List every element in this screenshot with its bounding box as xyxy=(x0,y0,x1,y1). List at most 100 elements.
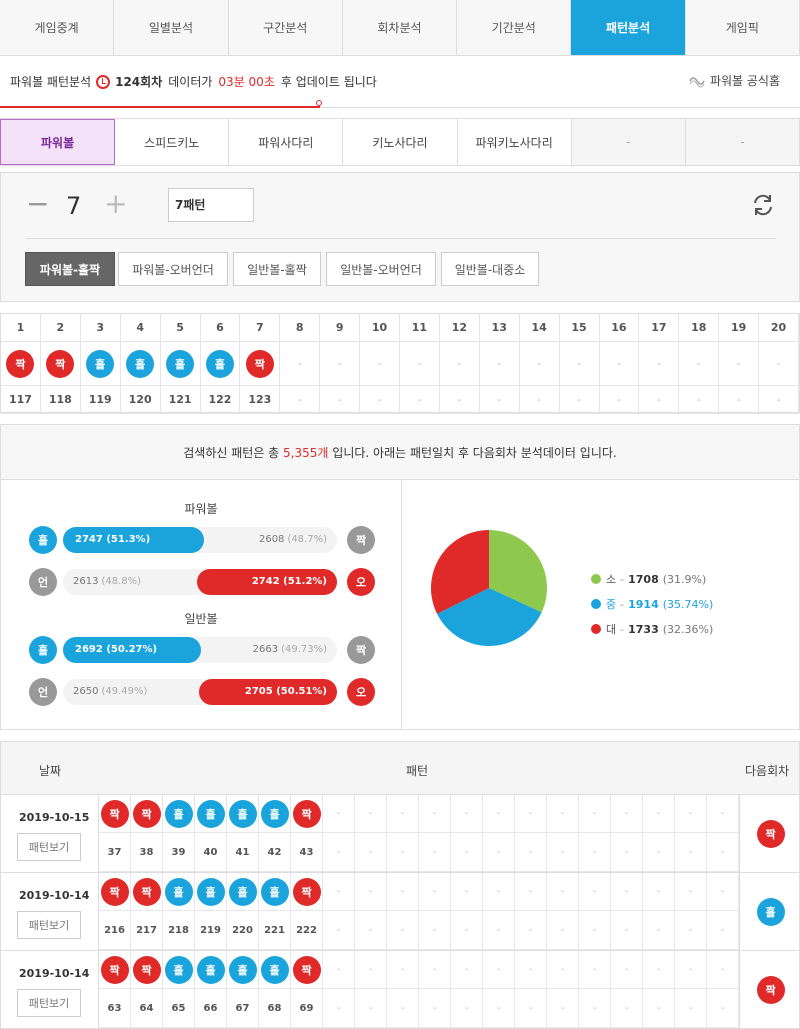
history-result-cell: 홀 xyxy=(195,951,227,989)
stat-bar-fill: 2742 (51.2%) xyxy=(196,569,337,595)
history-result-cell: 짝 xyxy=(291,795,323,833)
history-round-cell: - xyxy=(451,989,483,1028)
grid-header-cell: 6 xyxy=(200,314,241,342)
grid-result-cell: - xyxy=(400,342,440,386)
view-pattern-button[interactable]: 패턴보기 xyxy=(17,833,81,861)
increase-button[interactable]: + xyxy=(104,190,127,218)
stat-right-ball: 짝 xyxy=(347,526,375,554)
history-result-cell: 홀 xyxy=(259,873,291,911)
history-result-cell: 짝 xyxy=(99,873,131,911)
nav-tab-5[interactable]: 패턴분석 xyxy=(571,0,686,55)
stat-other-pct: (48.8%) xyxy=(101,576,142,587)
result-ball: 짝 xyxy=(132,955,161,984)
result-ball: 짝 xyxy=(100,799,129,828)
pattern-option-0[interactable]: 파워볼-홀짝 xyxy=(25,252,115,286)
result-ball: 홀 xyxy=(196,799,225,828)
legend-sep: - xyxy=(620,597,625,611)
nav-tab-1[interactable]: 일별분석 xyxy=(114,0,229,55)
legend-label: 소 xyxy=(606,573,617,586)
history-result-cell: - xyxy=(547,951,579,989)
history-round-cell: 65 xyxy=(163,989,195,1028)
history-round-cell: - xyxy=(355,911,387,950)
history-round-cell: 219 xyxy=(195,911,227,950)
history-result-cell: - xyxy=(707,951,739,989)
stat-bar-row: 홀 2747 (51.3%) 2608 (48.7%) 짝 xyxy=(29,526,375,554)
history-round-cell: - xyxy=(387,833,419,872)
grid-header-cell: 2 xyxy=(40,314,81,342)
official-home-label: 파워볼 공식홈 xyxy=(709,74,780,88)
nav-tab-4[interactable]: 기간분석 xyxy=(457,0,572,55)
game-tab-3[interactable]: 키노사다리 xyxy=(343,119,458,165)
grid-round-cell: - xyxy=(719,386,760,414)
grid-result-cell: 홀 xyxy=(160,342,201,386)
history-round-cell: - xyxy=(611,911,643,950)
history-result-cell: - xyxy=(419,795,451,833)
stat-other-count: 2613 xyxy=(73,576,99,587)
refresh-icon[interactable] xyxy=(750,192,776,218)
official-home-link[interactable]: 파워볼 공식홈 xyxy=(689,72,780,89)
history-round-cell: - xyxy=(675,911,707,950)
history-round-cell: - xyxy=(323,833,355,872)
next-result-ball: 짝 xyxy=(756,819,785,848)
history-result-cell: - xyxy=(707,873,739,911)
grid-result-cell: 짝 xyxy=(40,342,81,386)
history-result-cell: - xyxy=(483,951,515,989)
nav-tab-2[interactable]: 구간분석 xyxy=(229,0,343,55)
history-round-cell: 221 xyxy=(259,911,291,950)
stat-right-ball: 오 xyxy=(347,568,375,596)
stat-bar-track: 2705 (50.51%) 2650 (49.49%) xyxy=(63,679,337,705)
game-tab-0[interactable]: 파워볼 xyxy=(0,119,116,165)
nav-tab-6[interactable]: 게임픽 xyxy=(686,0,800,55)
history-next-cell: 짝 xyxy=(739,795,800,872)
history-round-cell: - xyxy=(643,989,675,1028)
history-result-cell: 홀 xyxy=(227,951,259,989)
grid-round-cell: - xyxy=(519,386,560,414)
pattern-select[interactable]: 7패턴 xyxy=(168,188,254,222)
history-round-cell: - xyxy=(323,989,355,1028)
pattern-option-4[interactable]: 일반볼-대중소 xyxy=(441,252,539,286)
history-date: 2019-10-15 xyxy=(19,811,90,824)
grid-result-cell: - xyxy=(320,342,361,386)
nav-tab-3[interactable]: 회차분석 xyxy=(343,0,458,55)
info-countdown: 03분 00초 xyxy=(218,75,275,89)
history-round-cell: - xyxy=(515,833,547,872)
history-round-cell: - xyxy=(323,911,355,950)
view-pattern-button[interactable]: 패턴보기 xyxy=(17,911,81,939)
nav-tab-0[interactable]: 게임중계 xyxy=(0,0,115,55)
grid-round-cell: 121 xyxy=(160,386,201,414)
view-pattern-button[interactable]: 패턴보기 xyxy=(17,989,81,1017)
progress-marker xyxy=(316,100,322,106)
history-result-cell: - xyxy=(387,951,419,989)
game-tabs: 파워볼 스피드키노 파워사다리 키노사다리 파워키노사다리 - - xyxy=(0,118,800,166)
pattern-grid: 1 2 3 4 5 6 7 8 9 10 11 12 13 14 15 16 17 18 19 20 짝 짝 홀 홀 홀 홀 짝 - -… xyxy=(0,313,800,414)
grid-header-cell: 1 xyxy=(1,314,41,342)
pattern-option-2[interactable]: 일반볼-홀짝 xyxy=(233,252,321,286)
history-result-cell: - xyxy=(355,951,387,989)
stat-left-ball: 언 xyxy=(29,568,57,596)
result-ball: 짝 xyxy=(100,955,129,984)
grid-round-cell: - xyxy=(439,386,480,414)
history-result-cell: 홀 xyxy=(227,873,259,911)
history-next-header: 다음회차 xyxy=(745,764,790,778)
history-round-cell: - xyxy=(387,989,419,1028)
history-round-cell: 64 xyxy=(131,989,163,1028)
game-tab-2[interactable]: 파워사다리 xyxy=(229,119,344,165)
decrease-button[interactable]: − xyxy=(26,190,49,218)
game-tab-4[interactable]: 파워키노사다리 xyxy=(458,119,572,165)
history-round-cell: - xyxy=(611,989,643,1028)
stat-bar-fill: 2747 (51.3%) xyxy=(63,527,204,553)
stat-other-count: 2650 xyxy=(73,686,99,697)
history-round-cell: - xyxy=(387,911,419,950)
stat-bar-fill: 2692 (50.27%) xyxy=(63,637,201,663)
history-result-cell: - xyxy=(579,795,611,833)
game-tab-1[interactable]: 스피드키노 xyxy=(115,119,230,165)
size-pie-chart xyxy=(431,530,547,646)
next-result-ball: 홀 xyxy=(756,897,785,926)
pattern-option-3[interactable]: 일반볼-오버언더 xyxy=(326,252,436,286)
history-round-cell: - xyxy=(643,911,675,950)
legend-dot xyxy=(591,624,601,634)
grid-round-cell: - xyxy=(400,386,440,414)
history-result-cell: 짝 xyxy=(131,951,163,989)
pattern-option-1[interactable]: 파워볼-오버언더 xyxy=(118,252,228,286)
search-summary: 검색하신 패턴은 총 5,355개 입니다. 아래는 패턴일치 후 다음회차 분… xyxy=(0,424,800,480)
